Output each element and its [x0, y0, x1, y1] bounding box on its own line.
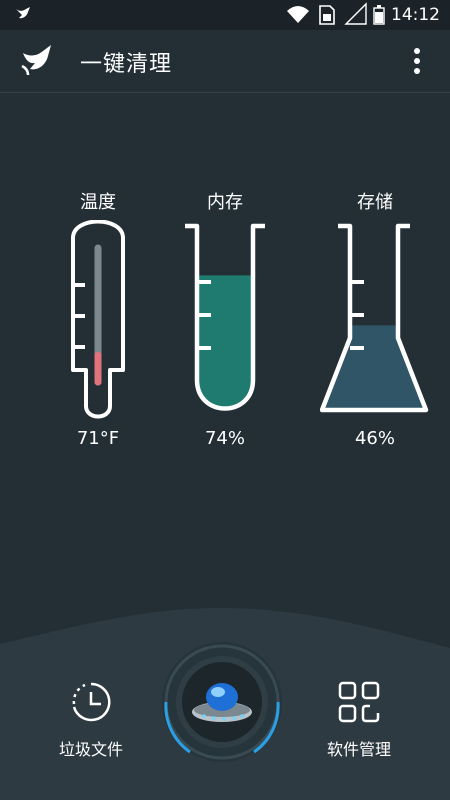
memory-value: 74%	[204, 428, 245, 449]
storage-label: 存储	[357, 192, 393, 213]
broom-icon	[20, 44, 54, 80]
one-key-clean-button[interactable]	[160, 640, 284, 764]
battery-icon	[373, 5, 385, 25]
junk-files-label: 垃圾文件	[58, 740, 123, 759]
temperature-value: 71°F	[76, 428, 120, 449]
thermometer-icon	[71, 220, 125, 419]
sim-card-icon	[319, 5, 335, 25]
memory-label: 内存	[207, 192, 243, 213]
software-manager-label: 软件管理	[326, 740, 391, 759]
status-bar: 14:12	[0, 0, 450, 30]
ufo-clean-icon	[162, 642, 282, 762]
page-title: 一键清理	[80, 52, 173, 77]
signal-empty-icon	[344, 2, 367, 25]
junk-files-button[interactable]: 垃圾文件	[36, 680, 146, 760]
clock-history-icon	[72, 682, 111, 722]
storage-value: 46%	[354, 428, 395, 449]
app-bar: 一键清理	[0, 30, 450, 93]
temperature-label: 温度	[80, 192, 116, 213]
more-vert-icon[interactable]	[412, 48, 422, 76]
flask-icon	[320, 223, 429, 413]
software-manager-button[interactable]: 软件管理	[304, 680, 414, 760]
wifi-icon	[287, 6, 309, 23]
apps-grid-icon	[338, 681, 380, 723]
test-tube-icon	[185, 223, 265, 411]
memory-level	[197, 275, 253, 409]
status-time: 14:12	[391, 5, 440, 25]
